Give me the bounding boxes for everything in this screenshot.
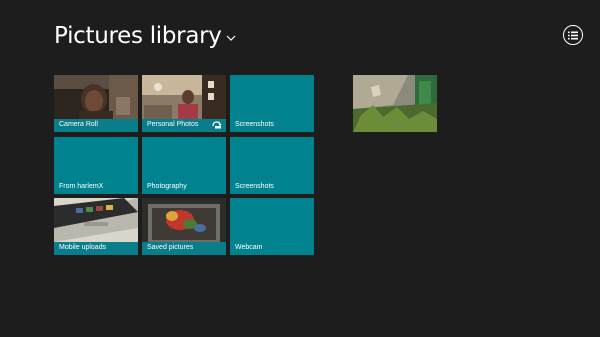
- tile-mobile-uploads[interactable]: Mobile uploads: [54, 198, 138, 255]
- photo-image: [353, 75, 437, 132]
- chevron-down-icon: [226, 35, 236, 41]
- tile-label: Screenshots: [235, 183, 274, 190]
- photo-thumbnail[interactable]: [353, 75, 437, 132]
- tile-webcam[interactable]: Webcam: [230, 198, 314, 255]
- tile-label: Mobile uploads: [59, 244, 107, 251]
- tile-label: Personal Photos: [147, 121, 199, 128]
- tile-personal-photos[interactable]: Personal Photos: [142, 75, 226, 132]
- tile-label: Screenshots: [235, 121, 274, 128]
- tile-label: Photography: [147, 183, 187, 190]
- tile-screenshots-2[interactable]: Screenshots: [230, 137, 314, 194]
- sync-icon: [212, 121, 222, 129]
- tile-screenshots-1[interactable]: Screenshots: [230, 75, 314, 132]
- tile-label: Webcam: [235, 244, 263, 251]
- tile-label: Camera Roll: [59, 121, 98, 128]
- page-title: Pictures library: [54, 23, 222, 49]
- view-options-button[interactable]: [563, 25, 583, 45]
- list-view-icon: [568, 31, 578, 39]
- tile-saved-pictures[interactable]: Saved pictures: [142, 198, 226, 255]
- tile-photography[interactable]: Photography: [142, 137, 226, 194]
- tile-camera-roll[interactable]: Camera Roll: [54, 75, 138, 132]
- pictures-library-app: Pictures library Camera Roll Personal Ph…: [0, 0, 600, 337]
- tile-label: From harlemX: [59, 183, 104, 190]
- tile-from-harlemx[interactable]: From harlemX: [54, 137, 138, 194]
- library-title-dropdown[interactable]: Pictures library: [54, 20, 236, 52]
- tile-label: Saved pictures: [147, 244, 194, 251]
